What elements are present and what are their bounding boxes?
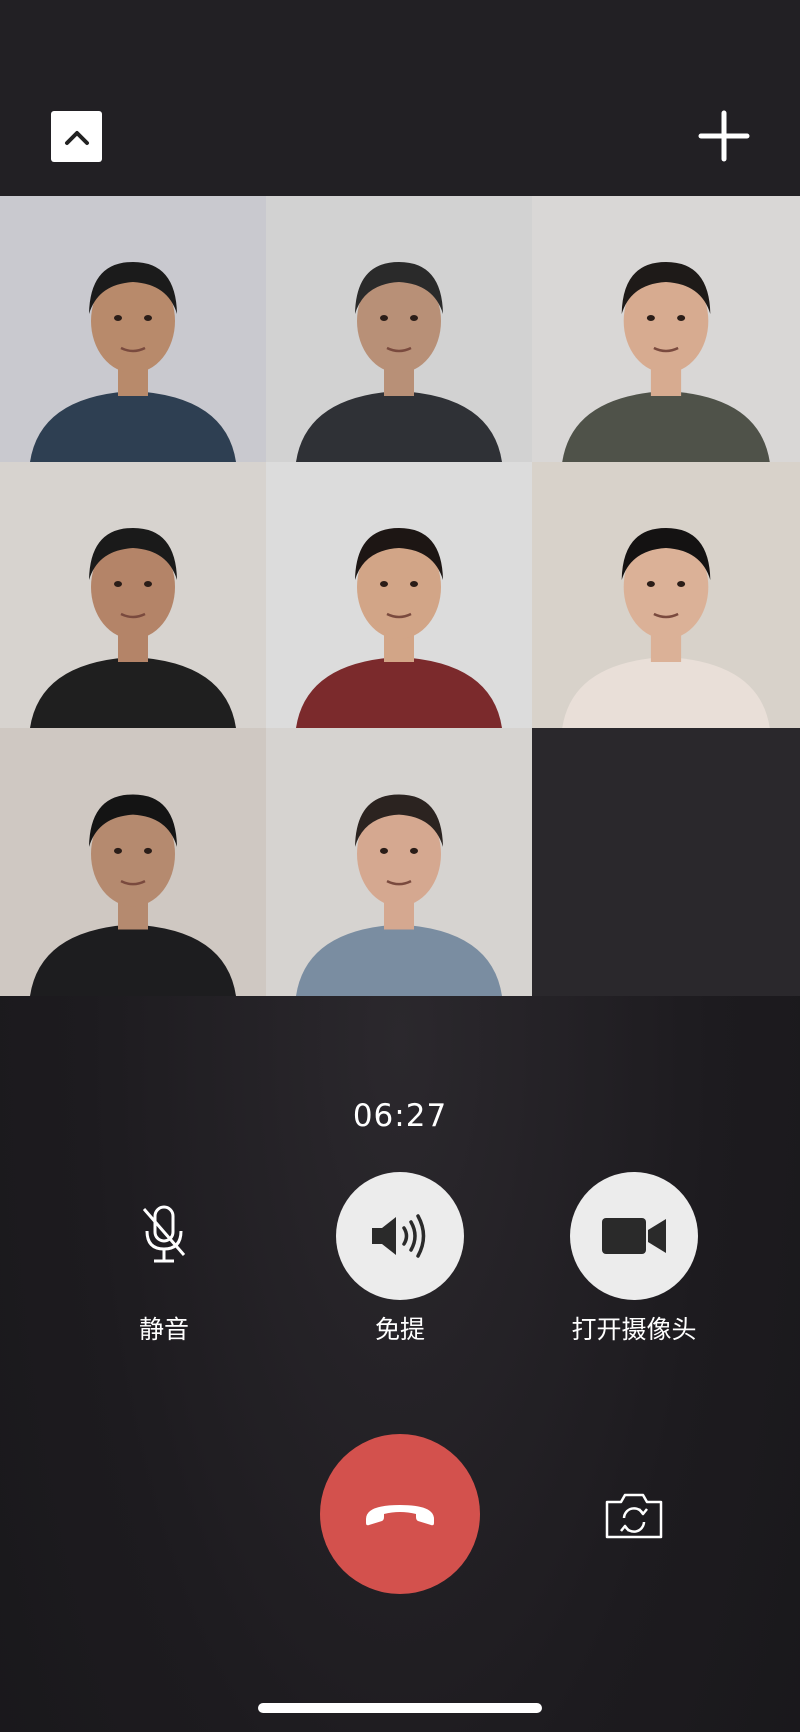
speaker-button[interactable] <box>336 1172 464 1300</box>
plus-icon <box>698 110 750 162</box>
speaker-icon <box>372 1214 426 1258</box>
participant-grid <box>0 196 800 996</box>
top-bar <box>0 0 800 196</box>
camera-control: 打开摄像头 <box>544 1172 724 1346</box>
participant-video-1[interactable] <box>0 196 266 462</box>
speaker-label: 免提 <box>374 1315 425 1344</box>
mute-label: 静音 <box>138 1315 189 1344</box>
phone-hangup-icon <box>366 1505 434 1526</box>
speaker-control: 免提 <box>310 1172 490 1346</box>
empty-grid-slot <box>532 728 800 996</box>
participant-avatar <box>266 728 532 996</box>
participant-video-5[interactable] <box>266 462 532 728</box>
flip-camera-button[interactable] <box>604 1490 664 1540</box>
participant-avatar <box>0 462 266 728</box>
microphone-off-icon <box>142 1205 186 1263</box>
participant-avatar <box>0 728 266 996</box>
collapse-button[interactable] <box>51 111 102 162</box>
home-indicator <box>258 1703 542 1713</box>
video-camera-icon <box>602 1218 666 1254</box>
participant-video-3[interactable] <box>532 196 800 462</box>
participant-video-7[interactable] <box>0 728 266 996</box>
call-duration: 06:27 <box>352 1098 448 1134</box>
participant-avatar <box>266 462 532 728</box>
participant-video-2[interactable] <box>266 196 532 462</box>
add-member-button[interactable] <box>697 109 751 163</box>
mute-control: 静音 <box>74 1172 254 1346</box>
hangup-button[interactable] <box>320 1434 480 1594</box>
participant-avatar <box>0 196 266 462</box>
participant-avatar <box>266 196 532 462</box>
participant-avatar <box>532 196 800 462</box>
chevron-up-icon <box>64 130 89 145</box>
mute-button[interactable] <box>100 1172 228 1300</box>
camera-button[interactable] <box>570 1172 698 1300</box>
participant-video-8[interactable] <box>266 728 532 996</box>
participant-avatar <box>532 462 800 728</box>
participant-video-4[interactable] <box>0 462 266 728</box>
camera-flip-icon <box>605 1493 663 1539</box>
camera-label: 打开摄像头 <box>571 1315 697 1344</box>
participant-video-6[interactable] <box>532 462 800 728</box>
